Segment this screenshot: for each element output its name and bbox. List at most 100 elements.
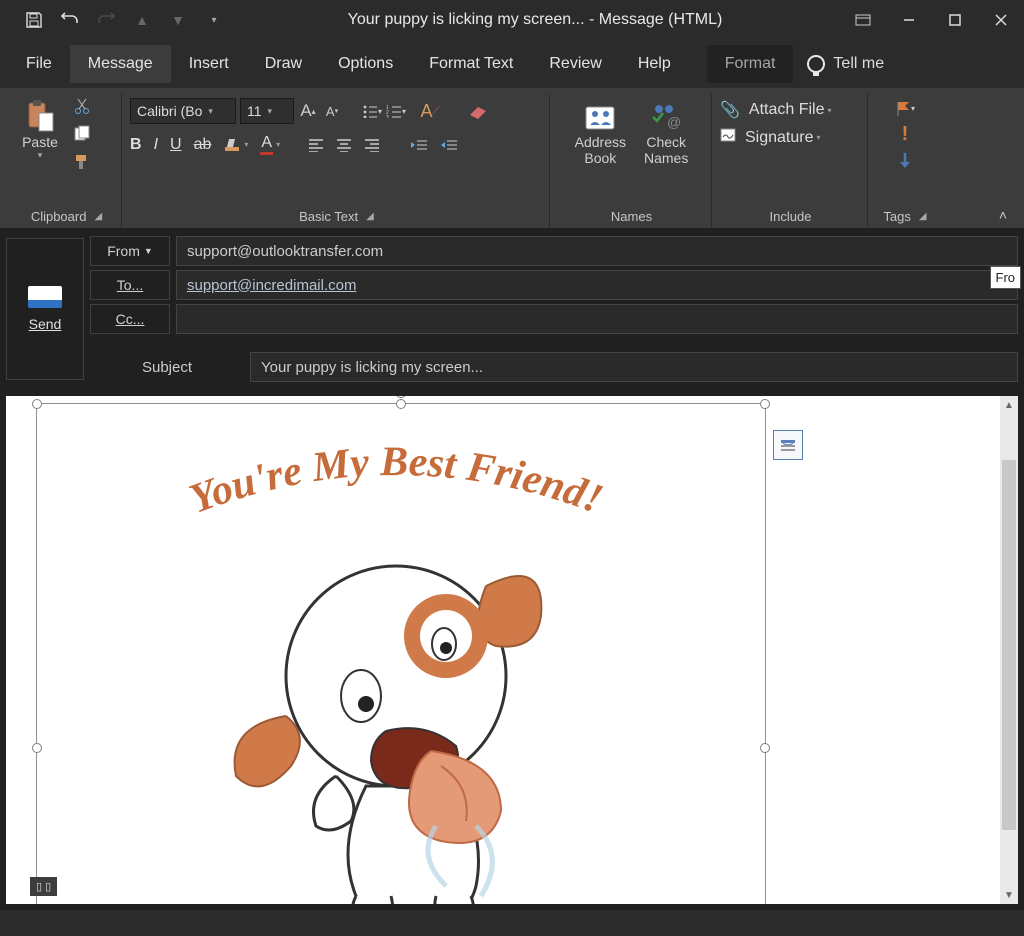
- eraser-icon[interactable]: [466, 101, 486, 121]
- resize-handle-e[interactable]: [760, 743, 770, 753]
- next-icon[interactable]: ▼: [162, 4, 194, 36]
- close-icon[interactable]: [978, 2, 1024, 38]
- minimize-icon[interactable]: [886, 2, 932, 38]
- title-bar: ▲ ▼ ▾ Your puppy is licking my screen...…: [0, 0, 1024, 40]
- puppy-image: [186, 516, 606, 904]
- shrink-font-icon[interactable]: A▾: [322, 101, 342, 121]
- font-size-combo[interactable]: 11▾: [240, 98, 294, 124]
- basictext-launcher-icon[interactable]: ◢: [366, 211, 374, 222]
- attach-file-button[interactable]: 📎Attach File▾: [720, 100, 861, 120]
- svg-text:You're My Best Friend!: You're My Best Friend!: [184, 440, 609, 523]
- paste-icon: [22, 98, 58, 134]
- svg-text:@: @: [667, 114, 681, 130]
- quick-access-toolbar: ▲ ▼ ▾: [0, 4, 230, 36]
- paste-button[interactable]: Paste ▾: [18, 96, 62, 163]
- paperclip-icon: 📎: [720, 100, 740, 120]
- resize-handle-ne[interactable]: [760, 399, 770, 409]
- tab-format[interactable]: Format: [707, 45, 794, 83]
- tell-me-label: Tell me: [833, 55, 884, 73]
- indent-icon[interactable]: [440, 138, 458, 152]
- from-panel-tab[interactable]: Fro: [990, 266, 1022, 289]
- signature-icon: [720, 128, 736, 147]
- bullets-icon[interactable]: ▾: [362, 101, 382, 121]
- font-family-combo[interactable]: Calibri (Bo▾: [130, 98, 236, 124]
- prev-icon[interactable]: ▲: [126, 4, 158, 36]
- tags-launcher-icon[interactable]: ◢: [919, 211, 927, 222]
- resize-handle-w[interactable]: [32, 743, 42, 753]
- scroll-track[interactable]: [1000, 414, 1018, 886]
- subject-input[interactable]: Your puppy is licking my screen...: [250, 352, 1018, 382]
- group-names: AddressBook @ CheckNames Names: [552, 94, 712, 228]
- maximize-icon[interactable]: [932, 2, 978, 38]
- send-envelope-icon: [28, 286, 62, 308]
- align-right-icon[interactable]: [364, 138, 380, 152]
- bold-icon[interactable]: B: [130, 136, 142, 154]
- strike-icon[interactable]: ab: [194, 136, 212, 154]
- highlight-icon[interactable]: ▾: [223, 137, 248, 153]
- low-importance-icon[interactable]: [895, 150, 915, 170]
- scroll-thumb[interactable]: [1002, 460, 1016, 830]
- vertical-scrollbar[interactable]: ▲ ▼: [1000, 396, 1018, 904]
- follow-up-flag-icon[interactable]: ▾: [895, 98, 915, 118]
- tab-file[interactable]: File: [8, 45, 70, 83]
- send-button[interactable]: Send: [6, 238, 84, 380]
- cc-button[interactable]: Cc...: [90, 304, 170, 334]
- redo-icon[interactable]: [90, 4, 122, 36]
- resize-handle-nw[interactable]: [32, 399, 42, 409]
- svg-text:3: 3: [386, 115, 389, 118]
- clipboard-launcher-icon[interactable]: ◢: [94, 211, 102, 222]
- address-book-button[interactable]: AddressBook: [571, 96, 630, 168]
- ribbon-display-icon[interactable]: [840, 2, 886, 38]
- qat-customize-icon[interactable]: ▾: [198, 4, 230, 36]
- clear-formatting-icon[interactable]: A⟋: [420, 101, 440, 121]
- from-value: support@outlooktransfer.com: [176, 236, 1018, 266]
- signature-button[interactable]: Signature▾: [720, 128, 861, 147]
- tab-draw[interactable]: Draw: [247, 45, 320, 83]
- high-importance-icon[interactable]: !: [895, 124, 915, 144]
- cut-icon[interactable]: [72, 96, 92, 116]
- tab-formattext[interactable]: Format Text: [411, 45, 531, 83]
- outdent-icon[interactable]: [410, 138, 428, 152]
- group-include: 📎Attach File▾ Signature▾ Include: [714, 94, 868, 228]
- save-icon[interactable]: [18, 4, 50, 36]
- underline-icon[interactable]: U: [170, 136, 182, 154]
- to-input[interactable]: support@incredimail.com: [176, 270, 1018, 300]
- address-book-icon: [582, 98, 618, 134]
- compose-header: Send From▼ support@outlooktransfer.com T…: [0, 228, 1024, 390]
- copy-icon[interactable]: [72, 124, 92, 144]
- from-button[interactable]: From▼: [90, 236, 170, 266]
- window-title: Your puppy is licking my screen... - Mes…: [230, 11, 840, 29]
- check-names-button[interactable]: @ CheckNames: [640, 96, 692, 168]
- rotate-handle-icon[interactable]: [395, 396, 407, 398]
- scroll-up-icon[interactable]: ▲: [1000, 396, 1018, 414]
- to-button[interactable]: To...: [90, 270, 170, 300]
- check-names-icon: @: [648, 98, 684, 134]
- group-names-label: Names: [611, 209, 652, 224]
- tab-help[interactable]: Help: [620, 45, 689, 83]
- italic-icon[interactable]: I: [154, 136, 158, 154]
- message-body-canvas[interactable]: You're My Best Friend!: [6, 396, 1018, 904]
- ribbon: Paste ▾ Clipboard ◢ Calibri (Bo▾ 11▾ A▴ A…: [0, 88, 1024, 228]
- cc-input[interactable]: [176, 304, 1018, 334]
- scroll-down-icon[interactable]: ▼: [1000, 886, 1018, 904]
- tab-message[interactable]: Message: [70, 45, 171, 83]
- align-center-icon[interactable]: [336, 138, 352, 152]
- font-color-icon[interactable]: A▾: [260, 134, 280, 155]
- window-controls: [840, 2, 1024, 38]
- group-clipboard-label: Clipboard: [31, 209, 87, 224]
- format-painter-icon[interactable]: [72, 152, 92, 172]
- grow-font-icon[interactable]: A▴: [298, 101, 318, 121]
- layout-options-icon[interactable]: [773, 430, 803, 460]
- tab-insert[interactable]: Insert: [171, 45, 247, 83]
- group-include-label: Include: [770, 209, 812, 224]
- align-left-icon[interactable]: [308, 138, 324, 152]
- resize-handle-n[interactable]: [396, 399, 406, 409]
- group-basictext-label: Basic Text: [299, 209, 358, 224]
- tab-review[interactable]: Review: [531, 45, 619, 83]
- tab-options[interactable]: Options: [320, 45, 411, 83]
- tell-me-search[interactable]: Tell me: [793, 55, 898, 73]
- undo-icon[interactable]: [54, 4, 86, 36]
- numbering-icon[interactable]: 123▾: [386, 101, 406, 121]
- collapse-ribbon-icon[interactable]: ˄: [990, 202, 1016, 228]
- group-tags: ▾ ! Tags◢: [870, 94, 940, 228]
